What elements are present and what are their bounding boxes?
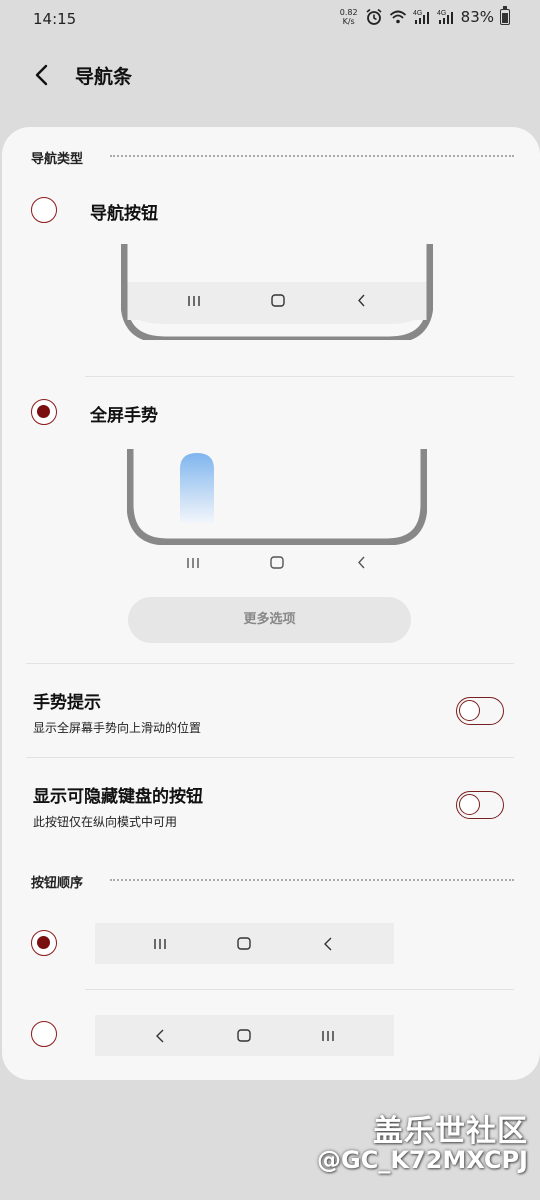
signal-4g-icon: 4G: [413, 8, 431, 26]
setting-divider: [26, 757, 514, 758]
page-title: 导航条: [75, 66, 133, 88]
status-bar: 14:15 0.82 K/s 4G 4G 83%: [0, 0, 540, 38]
radio-order-recent-home-back[interactable]: [31, 930, 57, 956]
section-label-button-order: 按钮顺序: [31, 876, 84, 891]
option-label-nav-buttons[interactable]: 导航按钮: [90, 199, 158, 224]
home-icon: [229, 923, 259, 964]
order-preview-recent-home-back[interactable]: [95, 923, 394, 964]
order-preview-back-home-recent[interactable]: [95, 1015, 394, 1056]
back-icon: [358, 556, 365, 569]
setting-subtitle-gesture-hint: 显示全屏幕手势向上滑动的位置: [33, 721, 202, 735]
status-time: 14:15: [33, 10, 77, 28]
option-divider: [85, 376, 514, 377]
setting-title-gesture-hint: 手势提示: [33, 693, 101, 713]
signal-4g-icon: 4G: [437, 8, 455, 26]
nav-buttons-preview[interactable]: [121, 244, 433, 340]
watermark-user-handle: @GC_K72MXCPJ: [317, 1146, 528, 1174]
back-button[interactable]: [30, 62, 56, 88]
section-divider: [26, 663, 514, 664]
recent-apps-icon: [187, 558, 199, 568]
toggle-keyboard-button[interactable]: [456, 791, 504, 819]
more-options-button[interactable]: 更多选项: [128, 597, 411, 643]
radio-fullscreen-gestures[interactable]: [31, 399, 57, 425]
battery-icon: [500, 6, 510, 25]
recent-apps-icon: [313, 1015, 343, 1056]
option-divider: [85, 989, 514, 990]
recent-apps-icon: [145, 923, 175, 964]
battery-percent: 83%: [460, 8, 494, 26]
back-arrow-icon: [35, 64, 48, 86]
network-speed-unit: K/s: [342, 17, 355, 26]
gesture-nav-hints: [187, 556, 365, 569]
alarm-icon: [365, 8, 383, 26]
radio-nav-buttons[interactable]: [31, 197, 57, 223]
back-icon: [313, 923, 343, 964]
header: 导航条: [0, 50, 540, 100]
gesture-preview[interactable]: [127, 449, 427, 545]
gesture-swipe-indicator: [180, 453, 214, 523]
svg-text:4G: 4G: [437, 10, 446, 17]
radio-order-back-home-recent[interactable]: [31, 1021, 57, 1047]
status-icons: 0.82 K/s 4G 4G 83%: [339, 6, 510, 26]
home-icon: [270, 556, 284, 569]
setting-subtitle-keyboard-button: 此按钮仅在纵向模式中可用: [33, 815, 178, 829]
network-speed: 0.82 K/s: [339, 8, 359, 26]
section-divider: [110, 155, 514, 157]
wifi-icon: [389, 8, 407, 26]
toggle-knob: [459, 794, 480, 815]
network-speed-value: 0.82: [339, 8, 358, 17]
toggle-knob: [459, 700, 480, 721]
back-icon: [145, 1015, 175, 1056]
svg-text:4G: 4G: [413, 10, 422, 17]
watermark-community: 盖乐世社区: [373, 1114, 528, 1149]
section-label-nav-type: 导航类型: [31, 152, 84, 167]
home-icon: [229, 1015, 259, 1056]
toggle-gesture-hint[interactable]: [456, 697, 504, 725]
setting-title-keyboard-button: 显示可隐藏键盘的按钮: [33, 787, 203, 807]
option-label-fullscreen-gestures[interactable]: 全屏手势: [90, 401, 158, 426]
section-divider: [110, 879, 514, 881]
